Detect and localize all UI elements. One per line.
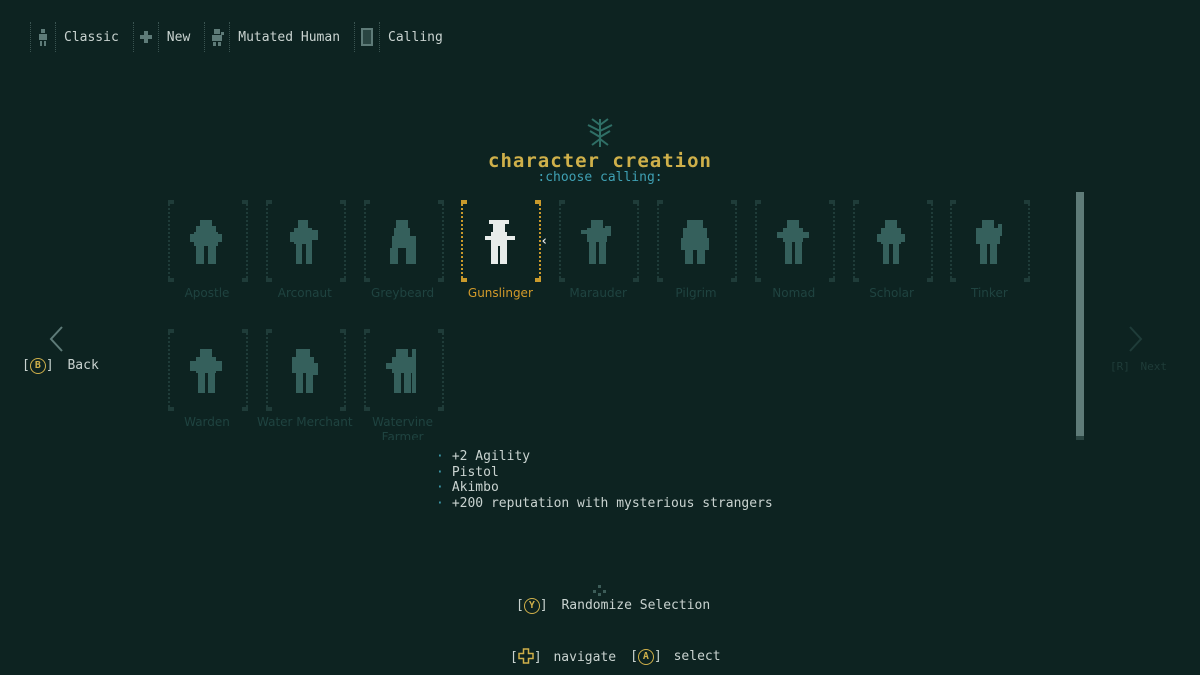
calling-name: Warden (184, 415, 230, 429)
breadcrumb-mutated-human[interactable]: Mutated Human (204, 22, 340, 52)
calling-name: Marauder (569, 286, 627, 300)
character-sprite-icon (389, 220, 416, 264)
calling-name: Apostle (184, 286, 230, 300)
calling-tile[interactable]: Watervine Farmer (363, 329, 444, 440)
page-header: character creation :choose calling: (0, 115, 1200, 185)
control-hints: [] navigate [A] select (510, 648, 721, 665)
chevron-right-icon (1129, 326, 1143, 352)
calling-tile[interactable]: Arconaut (265, 200, 346, 300)
calling-tile[interactable]: Water Merchant (257, 329, 353, 429)
qud-tree-emblem-icon (587, 118, 613, 147)
breadcrumb-label: Classic (64, 29, 119, 45)
back-label: Back (67, 358, 99, 373)
calling-name: Tinker (971, 286, 1008, 300)
calling-tile[interactable]: Marauder (559, 200, 640, 300)
plus-icon (132, 22, 159, 52)
dpad-icon (518, 648, 534, 664)
scrollbar-thumb[interactable] (1076, 192, 1084, 436)
character-sprite-icon (581, 220, 612, 264)
mutant-icon (204, 22, 231, 52)
calling-card-icon (354, 22, 381, 52)
calling-name: Arconaut (277, 286, 332, 300)
b-button-icon: B (29, 358, 46, 374)
breadcrumb-new[interactable]: New (132, 22, 191, 52)
breadcrumb-classic[interactable]: Classic (30, 22, 119, 52)
calling-tile[interactable]: Pilgrim (657, 200, 737, 300)
breadcrumb-calling[interactable]: Calling (354, 22, 443, 52)
character-sprite-icon (776, 220, 809, 264)
calling-tile[interactable]: Greybeard (363, 200, 444, 300)
page-title: character creation (488, 150, 712, 172)
calling-grid: Apostle Arconaut Greybeard Gunslinger Maraud… (168, 200, 1048, 440)
calling-name: Watervine Farmer (372, 415, 434, 440)
a-button-icon: A (637, 648, 654, 665)
calling-tile[interactable]: Nomad (754, 200, 835, 300)
page-subtitle: :choose calling: (537, 170, 663, 185)
breadcrumb-label: Calling (388, 29, 443, 45)
classic-mode-icon (30, 22, 56, 52)
calling-description: · +2 Agility · Pistol · Akimbo · +200 reputa… (436, 449, 773, 512)
chevron-left-icon (49, 326, 63, 352)
calling-tile[interactable]: Gunslinger (461, 200, 542, 300)
description-line: · +200 reputation with mysterious strange… (436, 496, 773, 512)
calling-tile[interactable]: Scholar (852, 200, 933, 300)
character-sprite-icon (485, 220, 516, 264)
next-label: Next (1140, 360, 1168, 373)
randomize-label: Randomize Selection (561, 598, 711, 613)
scrollbar[interactable] (1076, 192, 1084, 440)
navigate-label: navigate (553, 650, 617, 665)
description-line: · +2 Agility (436, 449, 531, 464)
calling-tile[interactable]: Warden (168, 329, 248, 429)
select-label: select (673, 648, 721, 664)
character-sprite-icon (289, 220, 318, 264)
character-sprite-icon (876, 220, 905, 264)
calling-name: Nomad (772, 286, 816, 300)
character-sprite-icon (976, 220, 1003, 264)
description-line: · Akimbo (436, 480, 499, 496)
calling-tile[interactable]: Apostle (168, 200, 248, 300)
y-button-icon: Y (523, 598, 540, 614)
character-sprite-icon (385, 349, 416, 393)
calling-name: Scholar (869, 286, 914, 300)
randomize-button[interactable]: [Y] Randomize Selection (516, 598, 710, 614)
character-sprite-icon (190, 220, 222, 264)
character-sprite-icon (291, 349, 318, 393)
calling-name: Pilgrim (675, 286, 717, 300)
calling-name: Gunslinger (467, 286, 533, 300)
breadcrumb-label: New (166, 29, 191, 45)
breadcrumb-label: Mutated Human (238, 29, 341, 45)
calling-tile[interactable]: Tinker (950, 200, 1031, 300)
calling-name: Greybeard (371, 286, 435, 300)
breadcrumb: Classic New Mutated Human Calling (30, 22, 443, 52)
character-sprite-icon (190, 349, 222, 393)
character-sprite-icon (681, 220, 709, 264)
calling-name: Water Merchant (257, 415, 353, 429)
select-hint[interactable]: [A] select (630, 648, 721, 665)
dice-icon (593, 585, 606, 596)
description-line: · Pistol (436, 464, 499, 480)
navigate-hint: [] navigate (510, 648, 617, 665)
selection-cursor-icon: ‹ (540, 234, 549, 249)
